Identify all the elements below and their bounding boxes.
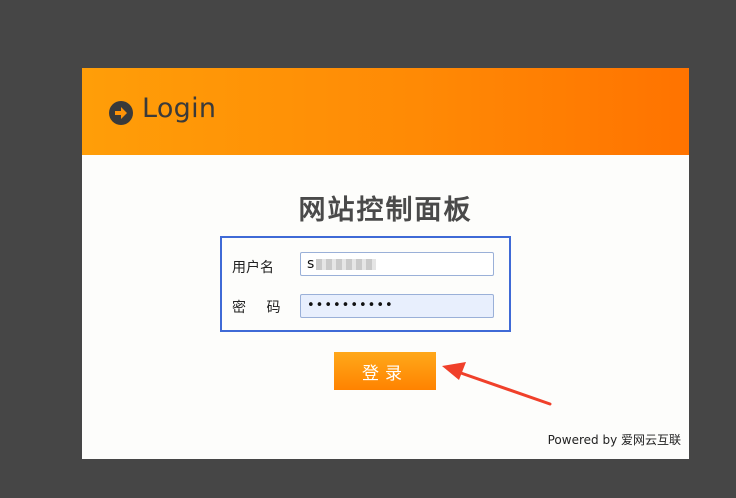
redacted-text — [316, 258, 377, 270]
password-input[interactable]: •••••••••• — [300, 294, 494, 318]
login-header: Login — [82, 68, 689, 155]
annotation-arrow-icon — [442, 362, 552, 406]
powered-by-footer: Powered by 爱网云互联 — [547, 433, 681, 447]
login-card: Login 网站控制面板 用户名 s 密 码 •••••••••• 登录 Pow… — [82, 68, 689, 459]
username-value: s — [307, 256, 315, 272]
password-label: 密 码 — [232, 300, 289, 316]
username-label: 用户名 — [232, 260, 274, 276]
login-form: 用户名 s 密 码 •••••••••• — [220, 236, 511, 332]
username-input[interactable]: s — [300, 252, 494, 276]
panel-title: 网站控制面板 — [298, 195, 473, 226]
arrow-right-circle-icon — [109, 101, 133, 125]
login-button[interactable]: 登录 — [334, 352, 436, 390]
header-title: Login — [142, 93, 217, 124]
